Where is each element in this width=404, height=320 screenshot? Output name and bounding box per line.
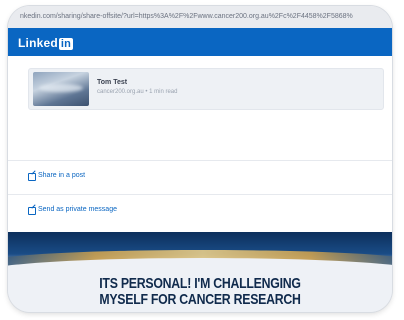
address-bar[interactable]: nkedin.com/sharing/share-offsite/?url=ht… xyxy=(8,6,392,28)
preview-subtitle: cancer200.org.au • 1 min read xyxy=(97,89,178,95)
campaign-banner-art xyxy=(8,232,392,272)
campaign-headline: ITS PERSONAL! I'M CHALLENGING MYSELF FOR… xyxy=(8,272,392,312)
compose-icon xyxy=(28,207,36,215)
link-preview-card[interactable]: Tom Test cancer200.org.au • 1 min read xyxy=(28,68,384,110)
headline-line-1: ITS PERSONAL! I'M CHALLENGING xyxy=(99,275,301,292)
preview-title: Tom Test xyxy=(97,79,128,86)
headline-line-2: MYSELF FOR CANCER RESEARCH xyxy=(99,291,301,308)
logo-text: Linked xyxy=(18,36,58,50)
send-private-message-option[interactable]: Send as private message xyxy=(8,194,392,227)
compose-icon xyxy=(28,173,36,181)
share-in-post-label: Share in a post xyxy=(38,172,86,179)
share-sheet: Tom Test cancer200.org.au • 1 min read S… xyxy=(8,56,392,232)
banner-white-wave xyxy=(8,258,392,272)
linkedin-logo[interactable]: Linked in xyxy=(18,36,74,50)
device-frame: nkedin.com/sharing/share-offsite/?url=ht… xyxy=(8,6,392,312)
preview-thumbnail xyxy=(33,72,89,106)
linkedin-header: Linked in xyxy=(8,28,392,56)
send-private-message-label: Send as private message xyxy=(38,206,117,213)
logo-in-badge: in xyxy=(58,38,74,50)
share-in-post-option[interactable]: Share in a post xyxy=(8,160,392,193)
